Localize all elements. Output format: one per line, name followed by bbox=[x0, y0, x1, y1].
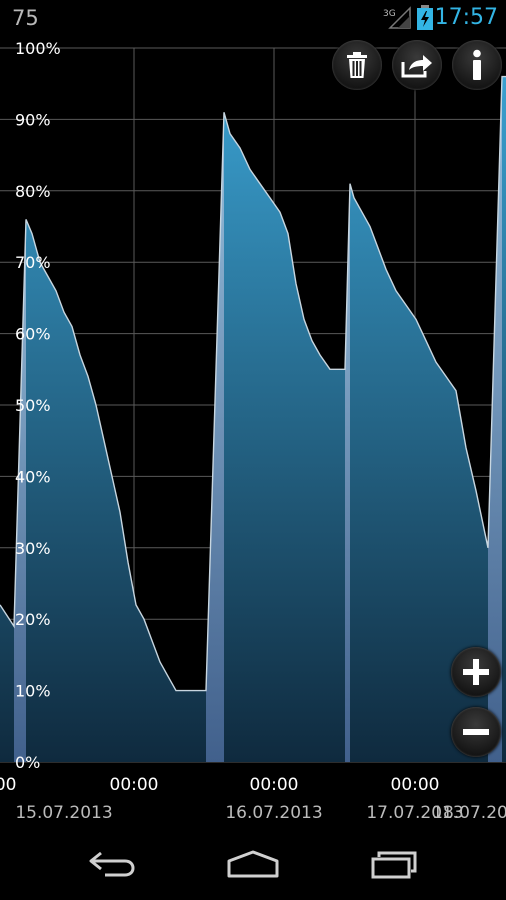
y-tick-label: 0% bbox=[15, 753, 40, 772]
y-tick-label: 80% bbox=[15, 182, 51, 201]
x-axis-labels: 00:00 00:00 15.07.2013 00:00 16.07.2013 00:00… bbox=[0, 775, 506, 823]
y-tick-label: 70% bbox=[15, 253, 51, 272]
info-icon bbox=[473, 49, 481, 80]
delete-button[interactable] bbox=[332, 40, 382, 90]
battery-chart[interactable]: 0%10%20%30%40%50%60%70%80%90%100% 00:000… bbox=[0, 0, 506, 828]
y-tick-label: 60% bbox=[15, 325, 51, 344]
y-tick-label: 40% bbox=[15, 467, 51, 486]
plus-icon bbox=[463, 659, 489, 685]
share-icon bbox=[401, 55, 432, 78]
y-tick-label: 100% bbox=[15, 39, 61, 58]
x-tick-time-label: 00:00 bbox=[0, 775, 17, 795]
zoom-in-button[interactable] bbox=[451, 647, 501, 697]
x-tick-time-label: 00:00 bbox=[250, 775, 299, 795]
share-button[interactable] bbox=[392, 40, 442, 90]
back-icon bbox=[89, 851, 135, 877]
x-tick-date-label: 16.07.2013 bbox=[225, 803, 322, 823]
y-tick-label: 10% bbox=[15, 682, 51, 701]
battery-area bbox=[0, 76, 506, 763]
x-tick-time-label: 00:00 bbox=[391, 775, 440, 795]
navigation-bar bbox=[0, 828, 506, 900]
screen: 75 3G 17:57 0% 10% 20% 30% 40% 50% 60% 7… bbox=[0, 0, 506, 900]
trash-icon bbox=[347, 52, 367, 78]
x-tick-time-label: 00:00 bbox=[110, 775, 159, 795]
home-icon bbox=[227, 850, 279, 878]
y-tick-label: 30% bbox=[15, 539, 51, 558]
x-tick-date-label: 15.07.2013 bbox=[15, 803, 112, 823]
x-tick-date-label: 18.07.20 bbox=[432, 803, 506, 823]
recents-icon bbox=[371, 851, 417, 879]
zoom-out-button[interactable] bbox=[451, 707, 501, 757]
battery-area-fill bbox=[0, 76, 506, 763]
back-button[interactable] bbox=[72, 842, 152, 886]
y-tick-label: 90% bbox=[15, 110, 51, 129]
minus-icon bbox=[463, 729, 489, 735]
info-button[interactable] bbox=[452, 40, 502, 90]
home-button[interactable] bbox=[213, 842, 293, 886]
recents-button[interactable] bbox=[355, 842, 435, 886]
y-tick-label: 20% bbox=[15, 610, 51, 629]
y-tick-label: 50% bbox=[15, 396, 51, 415]
